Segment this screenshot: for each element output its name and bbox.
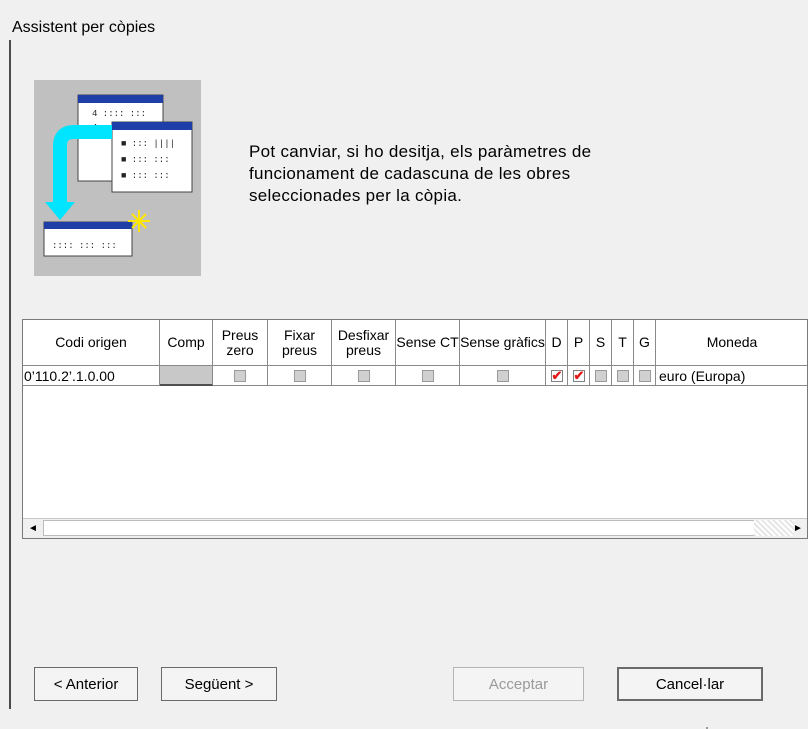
svg-text:■ ::: :::: ■ ::: ::: (121, 171, 170, 181)
col-header-preus-zero[interactable]: Preus zero (213, 320, 268, 366)
cell-moneda[interactable]: euro (Europa) (656, 366, 807, 386)
scroll-left-arrow-icon[interactable]: ◄ (24, 519, 42, 537)
col-header-s[interactable]: S (590, 320, 612, 366)
cell-p (568, 366, 590, 386)
col-header-sense-ct[interactable]: Sense CT (396, 320, 460, 366)
desfixar-preus-checkbox[interactable] (357, 369, 370, 382)
svg-text:■ ::: ||||: ■ ::: |||| (121, 139, 175, 149)
scroll-right-arrow-icon[interactable]: ► (789, 519, 807, 537)
d-checkbox[interactable] (550, 368, 563, 384)
col-header-moneda[interactable]: Moneda (656, 320, 807, 366)
sense-ct-checkbox[interactable] (421, 369, 434, 382)
svg-text:4 :::: :::: 4 :::: ::: (92, 109, 146, 119)
cell-sense-ct (396, 366, 460, 386)
svg-text:■ ::: :::: ■ ::: ::: (121, 155, 170, 165)
previous-button[interactable]: < Anterior (34, 667, 138, 701)
cell-comp[interactable] (160, 366, 213, 386)
next-button[interactable]: Següent > (161, 667, 277, 701)
t-checkbox[interactable] (616, 369, 629, 382)
col-header-t[interactable]: T (612, 320, 634, 366)
preus-zero-checkbox[interactable] (234, 369, 246, 382)
cell-g (634, 366, 656, 386)
cell-d (546, 366, 568, 386)
cell-fixar-preus (268, 366, 332, 386)
svg-text::::: ::: :::: :::: ::: ::: (52, 241, 117, 251)
works-parameters-grid[interactable]: Codi origen Comp Preus zero Fixar preus … (22, 319, 808, 539)
cell-preus-zero (213, 366, 268, 386)
cell-t (612, 366, 634, 386)
p-checkbox[interactable] (572, 368, 585, 384)
accept-button[interactable]: Acceptar (453, 667, 584, 701)
col-header-fixar-preus[interactable]: Fixar preus (268, 320, 332, 366)
window-left-edge (9, 40, 11, 709)
col-header-g[interactable]: G (634, 320, 656, 366)
cell-sense-grafics (460, 366, 546, 386)
copy-documents-icon: 4 :::: ::: 4 ■ ::: |||| ■ ::: ::: ■ ::: … (43, 94, 193, 257)
col-header-comp[interactable]: Comp (160, 320, 213, 366)
cancel-button[interactable]: Cancel·lar (617, 667, 763, 701)
s-checkbox[interactable] (594, 369, 607, 382)
cell-desfixar-preus (332, 366, 396, 386)
col-header-codi-origen[interactable]: Codi origen (23, 320, 160, 366)
sense-grafics-checkbox[interactable] (496, 369, 509, 382)
cell-s (590, 366, 612, 386)
col-header-sense-grafics[interactable]: Sense gràfics (460, 320, 546, 366)
scrollbar-thumb[interactable] (43, 520, 755, 536)
col-header-p[interactable]: P (568, 320, 590, 366)
cell-codi-origen[interactable]: 0’110.2’.1.0.00 (23, 366, 160, 386)
horizontal-scrollbar[interactable]: ◄ ► (23, 518, 807, 538)
copy-wizard-illustration: 4 :::: ::: 4 ■ ::: |||| ■ ::: ::: ■ ::: … (34, 80, 201, 276)
window-title: Assistent per còpies (12, 19, 156, 36)
fixar-preus-checkbox[interactable] (293, 369, 306, 382)
col-header-d[interactable]: D (546, 320, 568, 366)
col-header-desfixar-preus[interactable]: Desfixar preus (332, 320, 396, 366)
scrollbar-track[interactable] (754, 520, 794, 536)
g-checkbox[interactable] (638, 369, 651, 382)
wizard-instruction-text: Pot canviar, si ho desitja, els paràmetr… (249, 142, 592, 205)
